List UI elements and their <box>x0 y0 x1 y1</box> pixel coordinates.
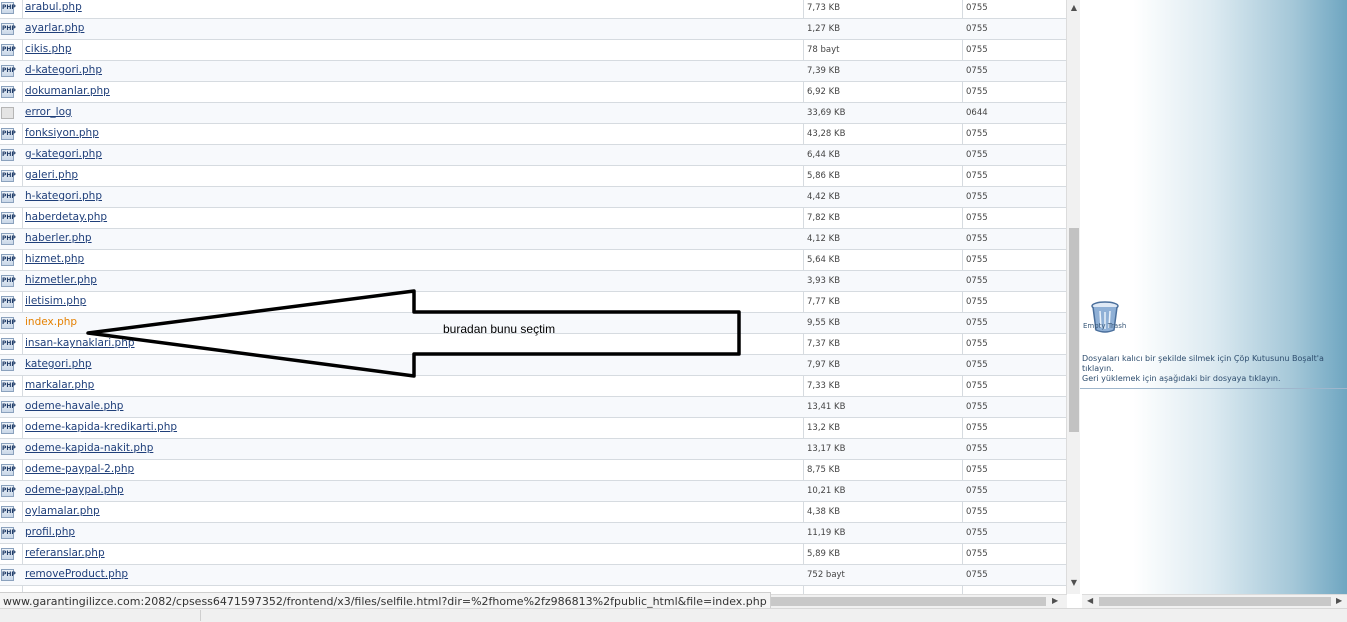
trash-panel: Empty Trash Dosyaları kalıcı bir şekilde… <box>1080 0 1347 594</box>
trash-info-line: Dosyaları kalıcı bir şekilde silmek için… <box>1082 354 1324 373</box>
annotation-text: buradan bunu seçtim <box>443 322 556 336</box>
bottom-status-strip <box>0 608 1347 622</box>
trash-info-line: Geri yüklemek için aşağıdaki bir dosyaya… <box>1082 374 1281 383</box>
divider <box>1080 388 1347 389</box>
scroll-right-arrow-icon[interactable]: ▶ <box>1052 596 1058 605</box>
scrollbar-thumb[interactable] <box>1099 597 1331 606</box>
scroll-left-arrow-icon[interactable]: ◀ <box>1087 596 1093 605</box>
trash-info-text: Dosyaları kalıcı bir şekilde silmek için… <box>1082 354 1346 384</box>
scrollbar-thumb[interactable] <box>726 597 1046 606</box>
scrollbar-thumb[interactable] <box>1069 228 1079 432</box>
divider <box>200 610 201 621</box>
empty-trash-label[interactable]: Empty Trash <box>1083 322 1126 330</box>
annotation-arrow <box>86 289 741 378</box>
horizontal-scrollbar-right[interactable]: ◀ ▶ <box>1082 594 1347 608</box>
scroll-right-arrow-icon[interactable]: ▶ <box>1336 596 1342 605</box>
scroll-down-arrow-icon[interactable]: ▼ <box>1069 578 1079 587</box>
horizontal-scrollbar-left[interactable]: ▶ <box>724 594 1067 608</box>
scroll-up-arrow-icon[interactable]: ▲ <box>1069 3 1079 12</box>
vertical-scrollbar[interactable]: ▲ ▼ <box>1066 0 1080 594</box>
